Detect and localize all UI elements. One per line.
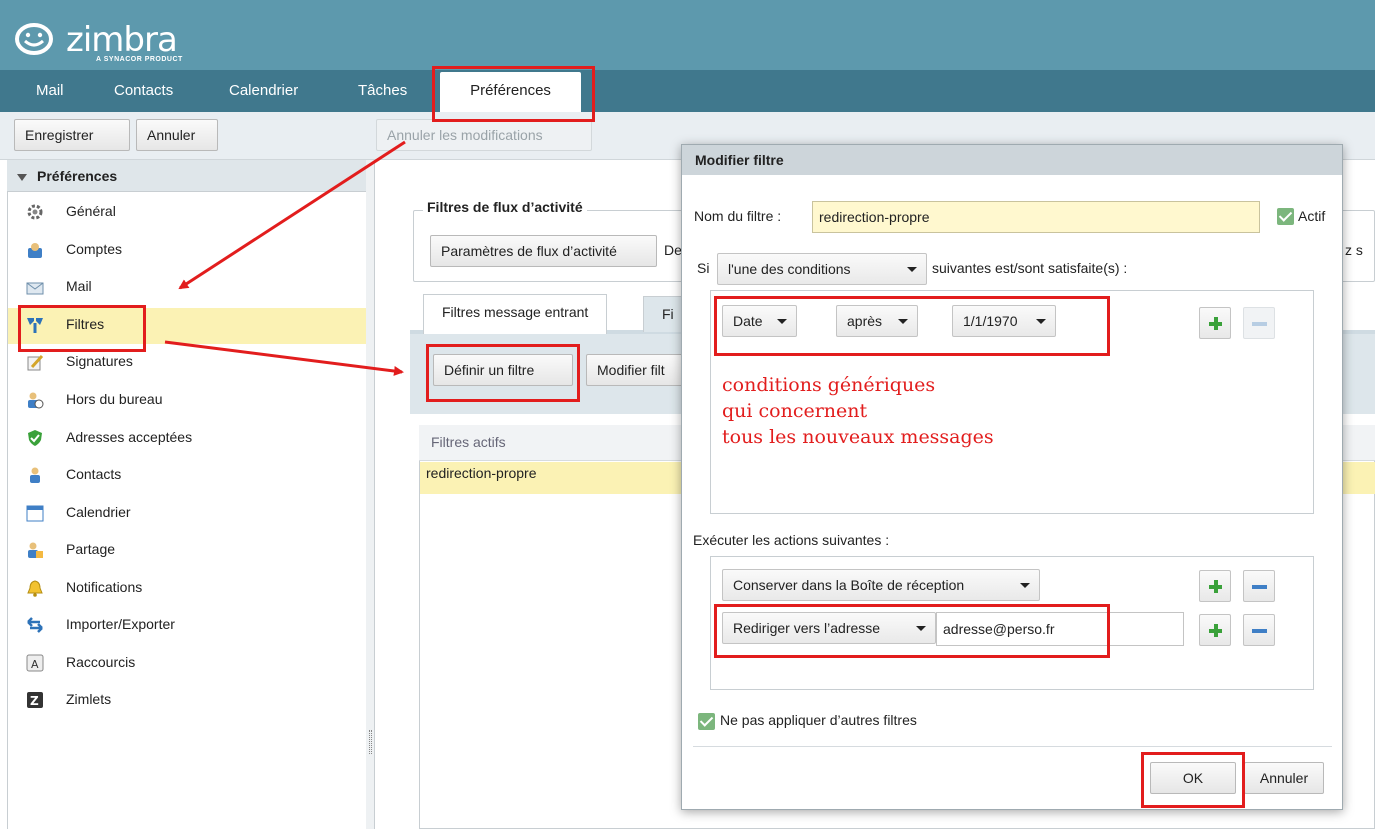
- sidebar-item-general[interactable]: Général: [8, 195, 366, 231]
- import-export-icon: [27, 617, 43, 633]
- tab-tasks[interactable]: Tâches: [358, 82, 407, 99]
- filter-name-label: Nom du filtre :: [694, 208, 782, 224]
- activity-stream-settings-button[interactable]: Paramètres de flux d’activité: [430, 235, 657, 267]
- shield-icon: [28, 430, 42, 446]
- annotation-box-conditions: [714, 296, 1110, 356]
- tab-mail[interactable]: Mail: [36, 82, 64, 99]
- brand-name: zimbra: [66, 20, 178, 60]
- annotation-box-redirect: [714, 604, 1110, 658]
- dialog-cancel-button[interactable]: Annuler: [1244, 762, 1324, 794]
- gear-icon: [27, 204, 43, 220]
- remove-action-button[interactable]: [1243, 570, 1275, 602]
- sidebar-item-calendar[interactable]: Calendrier: [8, 496, 366, 532]
- signature-icon: [27, 354, 44, 371]
- active-checkbox[interactable]: [1277, 208, 1294, 225]
- sidebar-item-label: Raccourcis: [66, 654, 136, 670]
- save-button[interactable]: Enregistrer: [14, 119, 130, 151]
- stop-processing-checkbox[interactable]: [698, 713, 715, 730]
- sidebar-item-label: Notifications: [66, 579, 143, 595]
- active-label: Actif: [1298, 208, 1326, 224]
- sharing-icon: [28, 542, 43, 558]
- sidebar-item-label: Adresses acceptées: [66, 429, 193, 445]
- chevron-down-icon: [1020, 583, 1030, 588]
- action-keep-value: Conserver dans la Boîte de réception: [733, 577, 965, 593]
- remove-condition-button[interactable]: [1243, 307, 1275, 339]
- activity-stream-legend: Filtres de flux d’activité: [423, 199, 587, 215]
- calendar-icon: [26, 505, 44, 522]
- zimlet-icon: Z: [27, 692, 43, 708]
- sidebar-item-label: Comptes: [66, 241, 123, 257]
- smiley-logo-icon: [15, 23, 53, 55]
- if-label: Si: [697, 260, 710, 276]
- annotation-box-define-filter: [426, 344, 580, 402]
- condition-match-select[interactable]: l'une des conditions: [717, 253, 927, 285]
- sidebar-item-zimlets[interactable]: Z Zimlets: [8, 683, 366, 719]
- sidebar-item-accounts[interactable]: Comptes: [8, 233, 366, 269]
- filter-name-input[interactable]: redirection-propre: [812, 201, 1260, 233]
- sidebar-item-accepted-addresses[interactable]: Adresses acceptées: [8, 421, 366, 457]
- sidebar-item-label: Partage: [66, 541, 116, 557]
- tab-contacts[interactable]: Contacts: [114, 82, 173, 99]
- chevron-down-icon: [907, 267, 917, 272]
- clipped-text: z s: [1345, 242, 1363, 258]
- bell-icon: [27, 580, 43, 597]
- tab-incoming-filters[interactable]: Filtres message entrant: [423, 294, 608, 334]
- remove-action-button[interactable]: [1243, 614, 1275, 646]
- sidebar-item-contacts[interactable]: Contacts: [8, 458, 366, 494]
- stop-processing-label: Ne pas appliquer d’autres filtres: [720, 712, 917, 728]
- sidebar-item-label: Zimlets: [66, 691, 112, 707]
- sidebar-item-label: Général: [66, 203, 116, 219]
- sidebar-header[interactable]: Préférences: [7, 160, 367, 192]
- add-condition-button[interactable]: [1199, 307, 1231, 339]
- dialog-title[interactable]: Modifier filtre: [682, 145, 1342, 175]
- cancel-button[interactable]: Annuler: [136, 119, 218, 151]
- app-header: [0, 0, 1375, 70]
- annotation-box-filters-item: [18, 305, 146, 352]
- action-keep-select[interactable]: Conserver dans la Boîte de réception: [722, 569, 1040, 601]
- actions-label: Exécuter les actions suivantes :: [693, 532, 890, 548]
- out-of-office-icon: [28, 392, 44, 409]
- tab-calendar[interactable]: Calendrier: [229, 82, 298, 99]
- mail-icon: [26, 282, 44, 295]
- sidebar-item-import-export[interactable]: Importer/Exporter: [8, 608, 366, 644]
- svg-text:Z: Z: [30, 694, 39, 708]
- brand-tagline: A SYNACOR PRODUCT: [96, 56, 183, 63]
- annotation-box-preferences-tab: [432, 66, 595, 122]
- add-action-button[interactable]: [1199, 570, 1231, 602]
- activity-stream-description: De: [664, 242, 682, 258]
- keyboard-icon: A: [26, 654, 44, 672]
- svg-text:A: A: [31, 658, 39, 671]
- annotation-box-ok: [1141, 752, 1245, 808]
- add-action-button[interactable]: [1199, 614, 1231, 646]
- sidebar-item-out-of-office[interactable]: Hors du bureau: [8, 383, 366, 419]
- dialog-footer-divider: [693, 746, 1332, 747]
- condition-match-suffix: suivantes est/sont satisfaite(s) :: [932, 260, 1128, 276]
- condition-match-value: l'une des conditions: [728, 261, 851, 277]
- sidebar-item-shortcuts[interactable]: A Raccourcis: [8, 646, 366, 682]
- collapse-triangle-icon: [17, 174, 27, 181]
- sidebar-item-sharing[interactable]: Partage: [8, 533, 366, 569]
- app-tabbar: [0, 70, 1375, 112]
- sidebar-item-label: Importer/Exporter: [66, 616, 175, 632]
- undo-changes-button[interactable]: Annuler les modifications: [376, 119, 592, 151]
- sidebar-item-label: Signatures: [66, 353, 133, 369]
- sidebar-item-label: Calendrier: [66, 504, 131, 520]
- sidebar-item-mail[interactable]: Mail: [8, 270, 366, 306]
- annotation-text: conditions génériques qui concernent tou…: [722, 374, 994, 448]
- contact-icon: [30, 467, 40, 483]
- sidebar-splitter[interactable]: [366, 160, 375, 829]
- zimbra-logo: zimbra A SYNACOR PRODUCT: [14, 20, 184, 64]
- sidebar-header-label: Préférences: [37, 168, 118, 184]
- accounts-icon: [28, 243, 42, 258]
- splitter-grip-icon: [369, 730, 372, 754]
- sidebar-item-label: Mail: [66, 278, 92, 294]
- modify-filter-button[interactable]: Modifier filt: [586, 354, 686, 386]
- sidebar-item-notifications[interactable]: Notifications: [8, 571, 366, 607]
- sidebar-item-label: Contacts: [66, 466, 122, 482]
- sidebar-item-label: Hors du bureau: [66, 391, 163, 407]
